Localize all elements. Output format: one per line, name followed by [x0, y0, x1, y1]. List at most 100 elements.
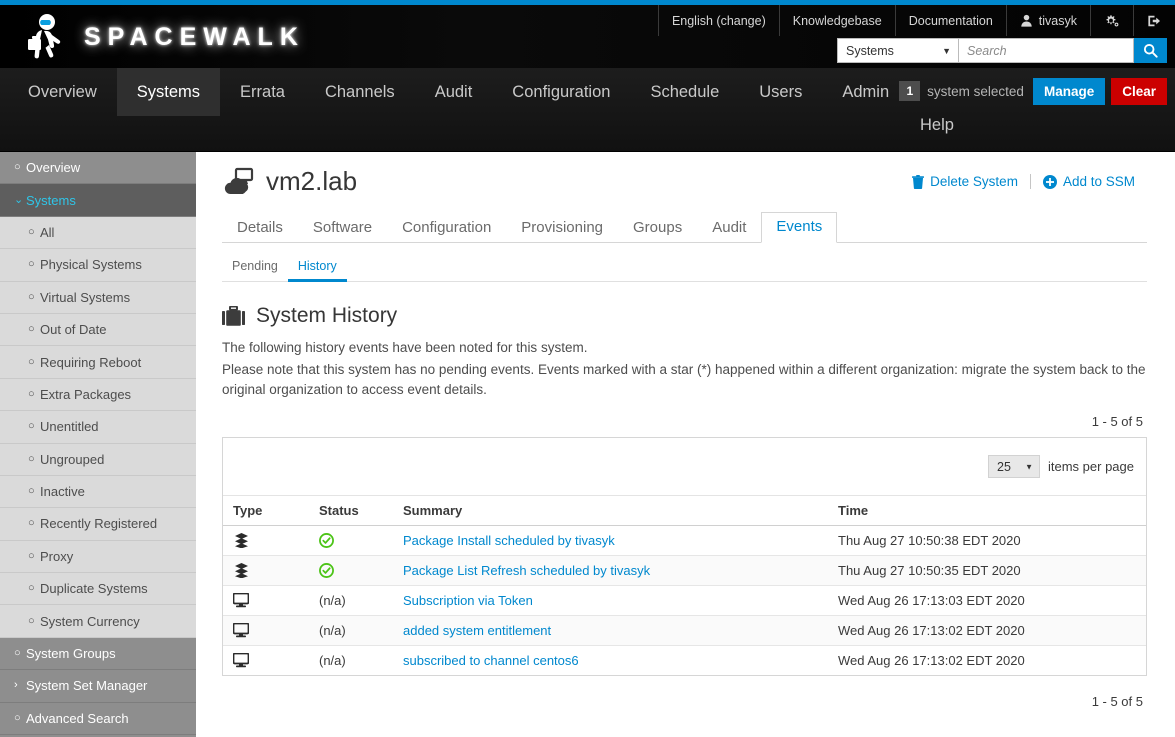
pagination-count-bottom: 1 - 5 of 5	[1091, 694, 1143, 709]
user-account-link[interactable]: tivasyk	[1005, 5, 1090, 36]
tab-details[interactable]: Details	[222, 213, 298, 243]
table-row[interactable]: (n/a) added system entitlement Wed Aug 2…	[223, 615, 1146, 646]
search-button[interactable]	[1134, 38, 1167, 63]
nav-item-admin-label: Admin	[842, 82, 890, 101]
manage-button[interactable]: Manage	[1032, 77, 1106, 105]
event-summary-link[interactable]: added system entitlement	[403, 623, 551, 638]
table-row[interactable]: (n/a) subscribed to channel centos6 Wed …	[223, 646, 1146, 676]
cell-type	[223, 615, 309, 646]
cell-time: Wed Aug 26 17:13:03 EDT 2020	[828, 585, 1146, 616]
nav-item-errata[interactable]: Errata	[220, 68, 305, 116]
history-table-panel: 25 ▼ items per page Type Status Summary …	[222, 437, 1147, 676]
description-line-2: Please note that this system has no pend…	[222, 362, 1146, 397]
search-scope-value: Systems	[846, 43, 894, 58]
sidebar-item-system-groups[interactable]: ○ System Groups	[0, 637, 196, 671]
knowledgebase-link-label: Knowledgebase	[792, 13, 882, 28]
nav-item-overview[interactable]: Overview	[8, 68, 117, 116]
sidebar-item-physical-systems[interactable]: ○ Physical Systems	[0, 249, 196, 282]
subtab-pending[interactable]: Pending	[222, 255, 288, 282]
sidebar-item-system-currency[interactable]: ○ System Currency	[0, 605, 196, 638]
subtab-history[interactable]: History	[287, 255, 347, 282]
event-summary-link[interactable]: Subscription via Token	[403, 593, 533, 608]
tab-configuration-label: Configuration	[402, 219, 492, 236]
column-header-status[interactable]: Status	[309, 496, 393, 526]
sidebar-item-unentitled[interactable]: ○ Unentitled	[0, 411, 196, 444]
language-link-label: English (change)	[671, 13, 766, 28]
sidebar-item-duplicate-systems[interactable]: ○ Duplicate Systems	[0, 573, 196, 606]
preferences-link[interactable]	[1090, 5, 1133, 36]
nav-item-configuration[interactable]: Configuration	[492, 68, 630, 116]
sidebar-item-system-set-manager-label: System Set Manager	[26, 678, 148, 694]
clear-button[interactable]: Clear	[1111, 77, 1167, 105]
sidebar-item-advanced-search[interactable]: ○ Advanced Search	[0, 702, 196, 736]
tab-events-label: Events	[776, 218, 823, 235]
circle-bullet-icon: ○	[28, 290, 35, 303]
sidebar-item-system-groups-label: System Groups	[26, 646, 116, 662]
event-summary-link[interactable]: subscribed to channel centos6	[403, 653, 579, 668]
table-row[interactable]: Package Install scheduled by tivasyk Thu…	[223, 525, 1146, 556]
delete-system-action[interactable]: Delete System	[900, 174, 1030, 189]
sidebar-item-proxy-label: Proxy	[40, 548, 74, 564]
sidebar-item-all[interactable]: ○ All	[0, 216, 196, 250]
circle-bullet-icon: ○	[14, 647, 21, 660]
tab-audit[interactable]: Audit	[697, 213, 761, 243]
cell-time: Thu Aug 27 10:50:35 EDT 2020	[828, 555, 1146, 586]
sidebar-item-proxy[interactable]: ○ Proxy	[0, 540, 196, 574]
subtab-pending-label: Pending	[232, 259, 278, 273]
sidebar-item-inactive[interactable]: ○ Inactive	[0, 475, 196, 509]
sidebar-item-recently-registered[interactable]: ○ Recently Registered	[0, 508, 196, 541]
table-row[interactable]: (n/a) Subscription via Token Wed Aug 26 …	[223, 585, 1146, 616]
nav-item-configuration-label: Configuration	[512, 82, 611, 101]
cell-time: Thu Aug 27 10:50:38 EDT 2020	[828, 525, 1146, 556]
events-subtabs: Pending History	[222, 252, 1147, 282]
cell-type	[223, 555, 309, 586]
nav-item-users[interactable]: Users	[739, 68, 822, 116]
column-header-type[interactable]: Type	[223, 496, 309, 526]
tab-events[interactable]: Events	[761, 212, 838, 243]
tab-configuration[interactable]: Configuration	[387, 213, 506, 243]
section-heading: System History	[222, 304, 1147, 328]
knowledgebase-link[interactable]: Knowledgebase	[778, 5, 895, 36]
sidebar-item-overview[interactable]: ○ Overview	[0, 152, 196, 185]
sidebar-item-requiring-reboot[interactable]: ○ Requiring Reboot	[0, 346, 196, 379]
sidebar-item-system-set-manager[interactable]: › System Set Manager	[0, 670, 196, 703]
pagination-count-top: 1 - 5 of 5	[1091, 414, 1143, 429]
column-header-summary[interactable]: Summary	[393, 496, 828, 526]
event-summary-link[interactable]: Package List Refresh scheduled by tivasy…	[403, 563, 650, 578]
search-scope-select[interactable]: Systems ▼	[837, 38, 959, 63]
table-header-row: Type Status Summary Time	[223, 496, 1146, 526]
sidebar-item-out-of-date[interactable]: ○ Out of Date	[0, 313, 196, 347]
sidebar-item-systems[interactable]: ⌄ Systems	[0, 184, 196, 217]
language-link[interactable]: English (change)	[657, 5, 779, 36]
plus-circle-icon	[1042, 174, 1057, 189]
brand-logo[interactable]: SPACEWALK	[22, 11, 305, 63]
documentation-link[interactable]: Documentation	[894, 5, 1006, 36]
circle-bullet-icon: ○	[28, 258, 35, 271]
search-input[interactable]	[959, 38, 1134, 63]
nav-item-help[interactable]: Help	[920, 116, 954, 135]
nav-item-channels-label: Channels	[324, 82, 395, 101]
items-per-page-select[interactable]: 25 ▼	[988, 455, 1040, 478]
nav-item-channels[interactable]: Channels	[305, 68, 415, 116]
nav-item-admin[interactable]: Admin	[822, 68, 909, 116]
nav-item-audit[interactable]: Audit	[415, 68, 493, 116]
sign-out-link[interactable]	[1133, 5, 1175, 36]
nav-item-systems[interactable]: Systems	[116, 68, 221, 116]
main-navigation: Overview Systems Errata Channels Audit C…	[0, 68, 1175, 152]
tab-provisioning[interactable]: Provisioning	[506, 213, 618, 243]
sidebar-item-virtual-systems[interactable]: ○ Virtual Systems	[0, 281, 196, 314]
add-to-ssm-action[interactable]: Add to SSM	[1031, 174, 1147, 189]
tab-groups[interactable]: Groups	[618, 213, 697, 243]
masthead: SPACEWALK English (change) Knowledgebase…	[0, 5, 1175, 68]
column-header-time[interactable]: Time	[828, 496, 1146, 526]
cell-summary: Subscription via Token	[393, 585, 828, 616]
chevron-down-icon: ▼	[942, 45, 951, 56]
sidebar-item-extra-packages[interactable]: ○ Extra Packages	[0, 378, 196, 412]
event-summary-link[interactable]: Package Install scheduled by tivasyk	[403, 533, 615, 548]
sidebar-item-ungrouped[interactable]: ○ Ungrouped	[0, 443, 196, 476]
tab-provisioning-label: Provisioning	[521, 219, 604, 236]
table-row[interactable]: Package List Refresh scheduled by tivasy…	[223, 555, 1146, 586]
nav-item-schedule[interactable]: Schedule	[630, 68, 739, 116]
tab-software[interactable]: Software	[298, 213, 387, 243]
selected-count-label: system selected	[927, 83, 1024, 99]
